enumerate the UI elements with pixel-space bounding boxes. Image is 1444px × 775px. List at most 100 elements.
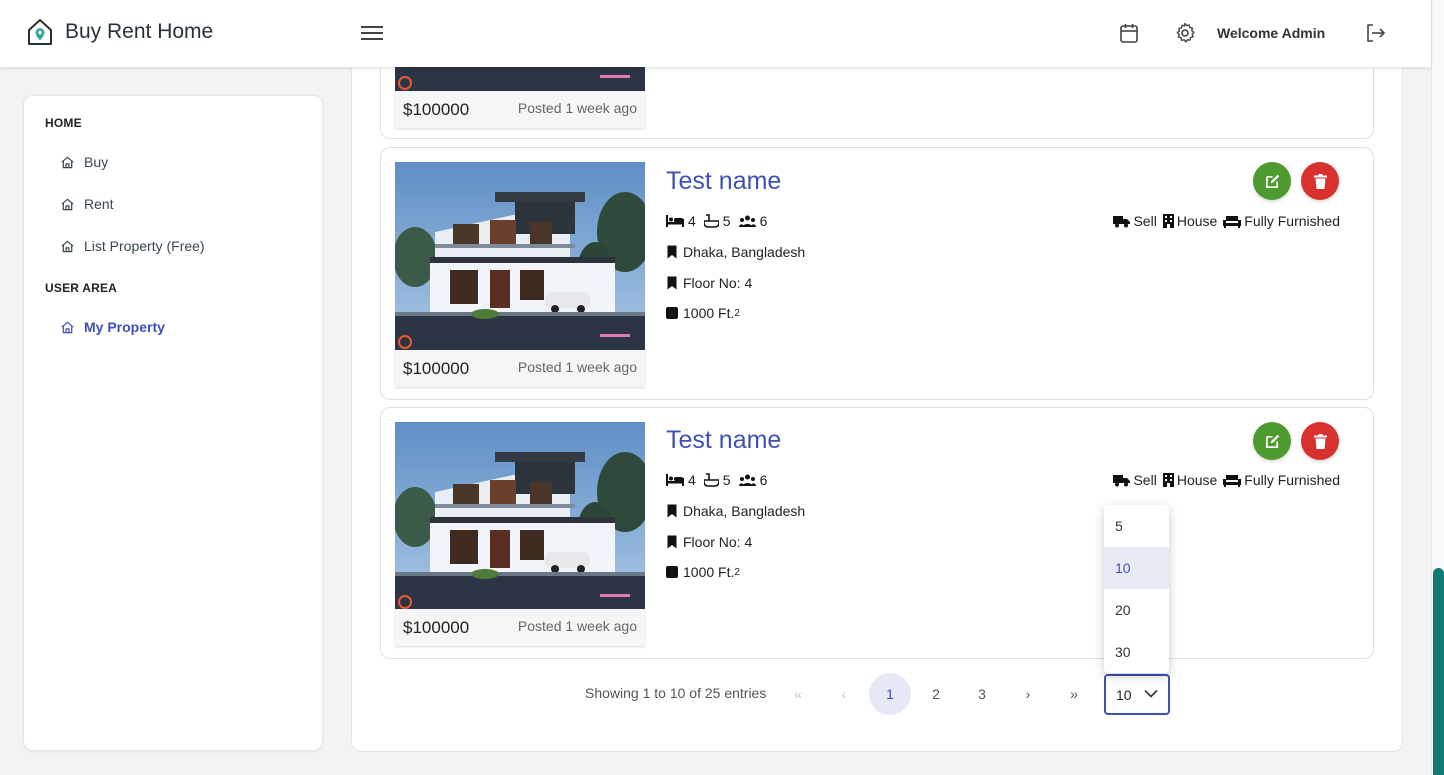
first-page-button[interactable]: « [777,673,819,715]
edit-icon [1265,434,1279,448]
page-button-1[interactable]: 1 [869,673,911,715]
floor-text: Floor No: 4 [683,534,753,550]
property-area: 1000 Ft. 2 [666,564,740,580]
guests-count: 6 [759,213,768,229]
property-features: 4 5 6 [666,472,775,488]
last-page-button[interactable]: » [1053,673,1095,715]
people-icon [738,215,756,227]
bed-icon [666,474,684,486]
property-posted: Posted 1 week ago [517,359,637,375]
area-text: 1000 Ft. [683,305,735,321]
property-posted: Posted 1 week ago [517,100,637,116]
property-title[interactable]: Test name [666,167,781,196]
location-text: Dhaka, Bangladesh [683,503,806,519]
deal-type: Sell [1133,213,1157,229]
sidebar-item-label: List Property (Free) [84,238,205,254]
sidebar: HOME Buy Rent List Property (Free) USER … [23,95,323,751]
house-photo [395,162,645,350]
building-icon [1162,473,1174,487]
page-size-select[interactable]: 10 [1104,674,1170,715]
property-price: $100000 [403,618,470,637]
property-tags: Sell House Fully Furnished [1113,472,1340,488]
square-icon [666,566,678,578]
bookmark-icon [666,245,678,259]
page-button-2[interactable]: 2 [915,673,957,715]
scrollbar-thumb[interactable] [1433,568,1444,775]
page-size-option-10[interactable]: 10 [1104,547,1169,589]
property-price: $100000 [403,359,470,378]
property-photo-footer: $100000 Posted 1 week ago [395,350,645,387]
sofa-icon [1223,474,1242,487]
next-page-button[interactable]: › [1007,673,1049,715]
beds-count: 4 [688,472,696,488]
home-logo-icon [28,19,52,45]
sidebar-item-list-property[interactable]: List Property (Free) [60,238,205,254]
property-photo[interactable] [395,422,645,609]
top-bar: Buy Rent Home Welcome Admin [0,0,1431,67]
trash-icon [1313,173,1327,189]
property-posted: Posted 1 week ago [517,618,637,634]
property-type: House [1176,472,1218,488]
area-text: 1000 Ft. [683,564,735,580]
brand[interactable]: Buy Rent Home [26,17,213,47]
calendar-icon[interactable] [1117,21,1141,45]
property-card: $100000 Posted 1 week ago Test name 4 5 … [380,407,1374,659]
furnish-status: Fully Furnished [1244,213,1340,229]
baths-count: 5 [722,213,731,229]
welcome-user: Welcome Admin [1217,25,1326,41]
sidebar-section-home: HOME [45,116,82,130]
property-title[interactable]: Test name [666,426,781,455]
delete-button[interactable] [1301,422,1339,460]
sidebar-item-rent[interactable]: Rent [60,196,114,212]
home-icon [60,155,75,170]
sidebar-item-buy[interactable]: Buy [60,154,108,170]
home-icon [60,320,75,335]
hamburger-icon[interactable] [360,22,384,44]
sidebar-item-label: My Property [84,319,165,335]
truck-icon [1113,475,1131,487]
edit-icon [1265,174,1279,188]
home-icon [60,239,75,254]
page-size-option-5[interactable]: 5 [1104,505,1169,547]
property-area: 1000 Ft. 2 [666,305,740,321]
property-type: House [1176,213,1218,229]
sidebar-item-label: Buy [84,154,109,170]
bath-icon [703,473,719,487]
pagination-summary: Showing 1 to 10 of 25 entries [585,685,767,701]
brand-title: Buy Rent Home [65,20,214,43]
bookmark-icon [666,276,678,290]
property-price: $100000 [403,100,470,119]
sofa-icon [1223,215,1242,228]
page-button-3[interactable]: 3 [961,673,1003,715]
delete-button[interactable] [1301,162,1339,200]
sidebar-section-user-area: USER AREA [45,281,118,295]
guests-count: 6 [759,472,768,488]
property-photo-footer: $100000 Posted 1 week ago [395,609,645,646]
property-location: Dhaka, Bangladesh [666,503,805,519]
area-unit-sup: 2 [734,566,740,578]
prev-page-button[interactable]: ‹ [823,673,865,715]
edit-button[interactable] [1253,162,1291,200]
property-location: Dhaka, Bangladesh [666,244,805,260]
bath-icon [703,214,719,228]
deal-type: Sell [1133,472,1157,488]
page-size-option-30[interactable]: 30 [1104,631,1169,673]
sidebar-item-my-property[interactable]: My Property [60,319,165,335]
home-icon [60,197,75,212]
edit-button[interactable] [1253,422,1291,460]
property-photo[interactable] [395,162,645,350]
property-floor: Floor No: 4 [666,534,752,550]
chevron-down-icon [1144,689,1158,698]
square-icon [666,307,678,319]
truck-icon [1113,216,1131,228]
page-scrollbar[interactable] [1431,0,1444,775]
logout-icon[interactable] [1363,21,1387,45]
bookmark-icon [666,504,678,518]
page-size-option-20[interactable]: 20 [1104,589,1169,631]
gear-icon[interactable] [1173,21,1197,45]
baths-count: 5 [722,472,731,488]
beds-count: 4 [688,213,696,229]
property-floor: Floor No: 4 [666,275,752,291]
page-size-dropdown: 5 10 20 30 [1104,505,1169,673]
property-tags: Sell House Fully Furnished [1113,213,1340,229]
